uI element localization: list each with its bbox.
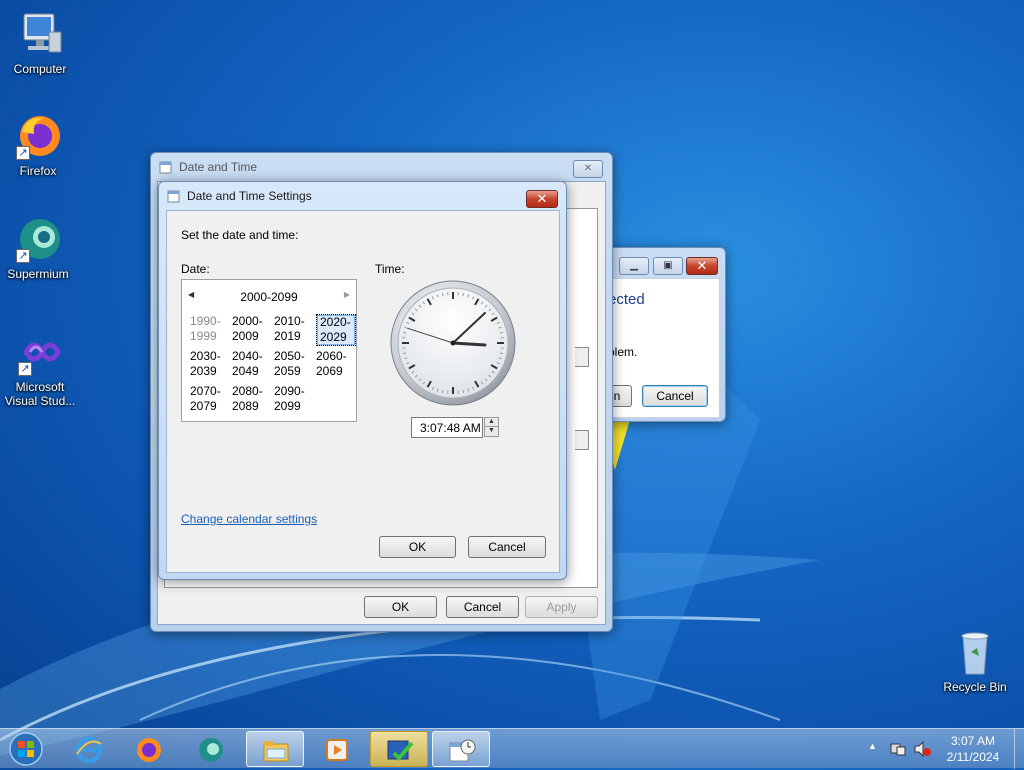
calendar-next-arrow[interactable]: ▶ (344, 290, 350, 299)
clock-time: 3:07 AM (936, 733, 1010, 749)
spin-down-button[interactable]: ▼ (484, 427, 499, 437)
clock-tick (463, 390, 464, 393)
desktop-icon-label: Firefox (0, 164, 76, 178)
desktop-icon-firefox[interactable]: ↗ Firefox (0, 112, 76, 178)
decade-cell[interactable]: 2040-2049 (232, 349, 272, 379)
date-time-settings-dialog[interactable]: Date and Time Settings ✕ Set the date an… (158, 181, 567, 580)
decade-cell[interactable]: 1990-1999 (190, 314, 230, 344)
clock-tick (442, 390, 443, 393)
network-icon[interactable] (890, 741, 906, 757)
show-desktop-button[interactable] (1014, 729, 1024, 769)
decade-cell[interactable]: 2020-2029 (316, 314, 356, 346)
close-button[interactable]: ✕ (686, 257, 718, 275)
decade-cell[interactable]: 2050-2059 (274, 349, 314, 379)
taskbar-date-time-app[interactable] (432, 731, 490, 767)
desktop-icon-supermium[interactable]: ↗ Supermium (0, 215, 76, 281)
desktop-icon-visual-studio[interactable]: ↗ Microsoft Visual Stud... (2, 328, 78, 408)
background-window-cancel-button[interactable]: Cancel (642, 385, 708, 407)
taskbar-internet-explorer[interactable] (60, 731, 118, 767)
dialog-client: Set the date and time: Date: Time: ◀ 200… (166, 210, 560, 573)
supermium-icon (197, 736, 225, 764)
background-window-heading: ected (608, 291, 645, 308)
dialog-title: Date and Time Settings (187, 189, 312, 203)
action-center-icon (386, 737, 414, 765)
taskbar: ▲ 3:07 AM 2/11/2024 (0, 728, 1024, 768)
system-clock[interactable]: 3:07 AM 2/11/2024 (936, 733, 1010, 765)
change-calendar-settings-link[interactable]: Change calendar settings (181, 512, 317, 526)
start-orb-icon (6, 731, 46, 767)
clock-tick (403, 353, 406, 354)
cancel-button[interactable]: Cancel (446, 596, 519, 618)
shortcut-arrow-icon: ↗ (18, 362, 32, 376)
shortcut-arrow-icon: ↗ (16, 146, 30, 160)
calendar-control[interactable]: ◀ 2000-2099 ▶ 1990-19992000-20092010-201… (181, 279, 357, 422)
clock-date: 2/11/2024 (936, 749, 1010, 765)
dialog-cancel-button[interactable]: Cancel (468, 536, 546, 558)
calendar-header[interactable]: 2000-2099 (182, 290, 356, 304)
taskbar-file-explorer[interactable] (246, 731, 304, 767)
decade-cell[interactable]: 2010-2019 (274, 314, 314, 344)
dialog-ok-button[interactable]: OK (379, 536, 456, 558)
ok-button[interactable]: OK (364, 596, 437, 618)
dialog-titlebar[interactable]: Date and Time Settings (159, 182, 566, 210)
taskbar-supermium[interactable] (182, 731, 240, 767)
maximize-button[interactable]: ▣ (653, 257, 683, 275)
firefox-icon (135, 736, 163, 764)
analog-clock (389, 279, 517, 407)
file-explorer-icon (262, 737, 290, 765)
calendar-clock-icon (167, 189, 181, 203)
decade-cell[interactable]: 2000-2009 (232, 314, 272, 344)
desktop-icon-label: Supermium (0, 267, 76, 281)
background-window[interactable]: ▁ ▣ ✕ ected blem. n Cancel (600, 247, 726, 422)
time-label: Time: (375, 262, 405, 276)
clock-tick (500, 353, 503, 354)
decade-cell[interactable]: 2090-2099 (274, 384, 314, 414)
decade-cell[interactable]: 2070-2079 (190, 384, 230, 414)
desktop-icon-recycle-bin[interactable]: Recycle Bin (937, 628, 1013, 694)
clock-hour-hand (453, 343, 485, 345)
date-time-app-icon (448, 737, 476, 765)
desktop-icon-label: Microsoft Visual Stud... (2, 380, 78, 408)
shortcut-arrow-icon: ↗ (16, 249, 30, 263)
calendar-clock-icon (159, 160, 173, 174)
dialog-close-button[interactable]: ✕ (526, 190, 558, 208)
recycle-bin-icon (951, 628, 999, 676)
spin-up-button[interactable]: ▲ (484, 417, 499, 427)
internet-explorer-icon (75, 736, 103, 764)
computer-icon (16, 10, 64, 58)
time-value: 3:07:48 AM (420, 421, 481, 435)
instruction-label: Set the date and time: (181, 228, 298, 242)
show-hidden-icons-button[interactable]: ▲ (868, 741, 877, 751)
clock-tick (500, 332, 503, 333)
hidden-button-2[interactable] (575, 430, 589, 450)
decade-cell[interactable]: 2080-2089 (232, 384, 272, 414)
decade-cell[interactable]: 2030-2039 (190, 349, 230, 379)
taskbar-firefox[interactable] (120, 731, 178, 767)
taskbar-action-center[interactable] (370, 731, 428, 767)
background-window-client: ected blem. n Cancel (607, 278, 720, 418)
hidden-button-1[interactable] (575, 347, 589, 367)
apply-button[interactable]: Apply (525, 596, 598, 618)
minimize-button[interactable]: ▁ (619, 257, 649, 275)
clock-tick (463, 293, 464, 296)
desktop-icon-computer[interactable]: Computer (2, 10, 78, 76)
time-input[interactable]: 3:07:48 AM (411, 417, 483, 438)
taskbar-media-player[interactable] (308, 731, 366, 767)
decade-cell[interactable]: 2060-2069 (316, 349, 356, 379)
clock-tick (403, 332, 406, 333)
time-spinner[interactable]: ▲ ▼ (484, 417, 499, 438)
volume-muted-icon[interactable] (914, 741, 932, 757)
window-title: Date and Time (179, 160, 257, 174)
desktop-icon-label: Computer (2, 62, 78, 76)
desktop-icon-label: Recycle Bin (937, 680, 1013, 694)
media-player-icon (323, 736, 351, 764)
date-time-window-titlebar[interactable]: Date and Time (151, 153, 612, 181)
date-label: Date: (181, 262, 210, 276)
start-button[interactable] (6, 731, 46, 767)
clock-tick (442, 293, 443, 296)
close-button[interactable]: ✕ (573, 160, 603, 178)
